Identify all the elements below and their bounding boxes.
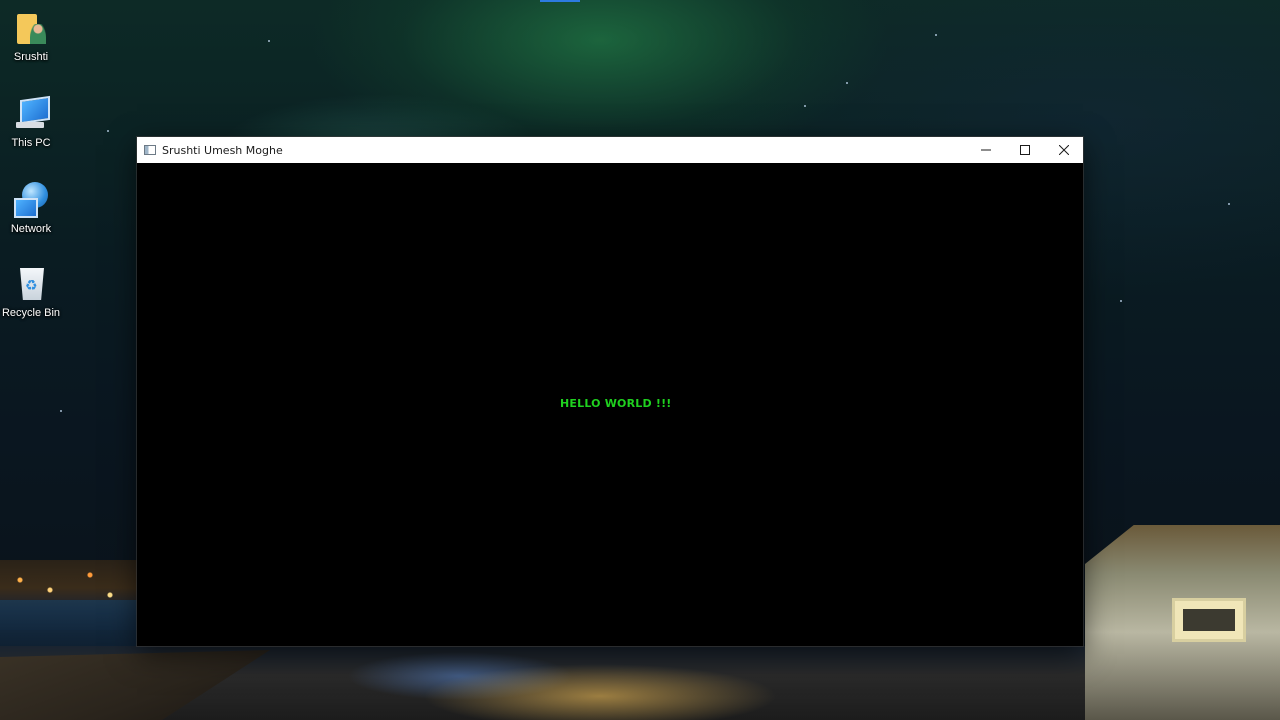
desktop: Srushti This PC Network Recycle Bin Srus… xyxy=(0,0,1280,720)
star xyxy=(846,82,848,84)
computer-icon xyxy=(14,96,48,132)
app-window[interactable]: Srushti Umesh Moghe HELLO WORLD !!! xyxy=(137,137,1083,646)
maximize-button[interactable] xyxy=(1005,137,1044,163)
close-button[interactable] xyxy=(1044,137,1083,163)
desktop-icon-label: Recycle Bin xyxy=(1,307,61,319)
close-icon xyxy=(1058,145,1069,155)
star xyxy=(107,130,109,132)
hello-world-text: HELLO WORLD !!! xyxy=(560,397,672,410)
maximize-icon xyxy=(1019,145,1030,155)
desktop-icon-label: This PC xyxy=(11,137,51,149)
desktop-icon-recycle-bin[interactable]: Recycle Bin xyxy=(0,266,62,319)
recycle-bin-icon xyxy=(14,266,48,302)
star xyxy=(1120,300,1122,302)
window-client-area[interactable]: HELLO WORLD !!! xyxy=(137,163,1083,646)
star xyxy=(60,410,62,412)
window-title: Srushti Umesh Moghe xyxy=(162,143,283,157)
minimize-button[interactable] xyxy=(966,137,1005,163)
minimize-icon xyxy=(980,149,991,151)
house-window xyxy=(1172,598,1246,642)
star xyxy=(804,105,806,107)
desktop-icon-label: Network xyxy=(10,223,52,235)
taskbar-edge-accent xyxy=(540,0,580,2)
user-folder-icon xyxy=(14,10,48,46)
star xyxy=(935,34,937,36)
desktop-icon-network[interactable]: Network xyxy=(0,182,62,235)
desktop-icon-label: Srushti xyxy=(13,51,49,63)
harbor-water xyxy=(0,600,140,650)
desktop-icon-srushti[interactable]: Srushti xyxy=(0,10,62,63)
star xyxy=(268,40,270,42)
star xyxy=(1228,203,1230,205)
network-icon xyxy=(14,182,48,218)
window-controls xyxy=(966,137,1083,163)
desktop-icon-this-pc[interactable]: This PC xyxy=(0,96,62,149)
application-window-icon[interactable] xyxy=(144,145,156,155)
title-bar[interactable]: Srushti Umesh Moghe xyxy=(137,137,1083,163)
